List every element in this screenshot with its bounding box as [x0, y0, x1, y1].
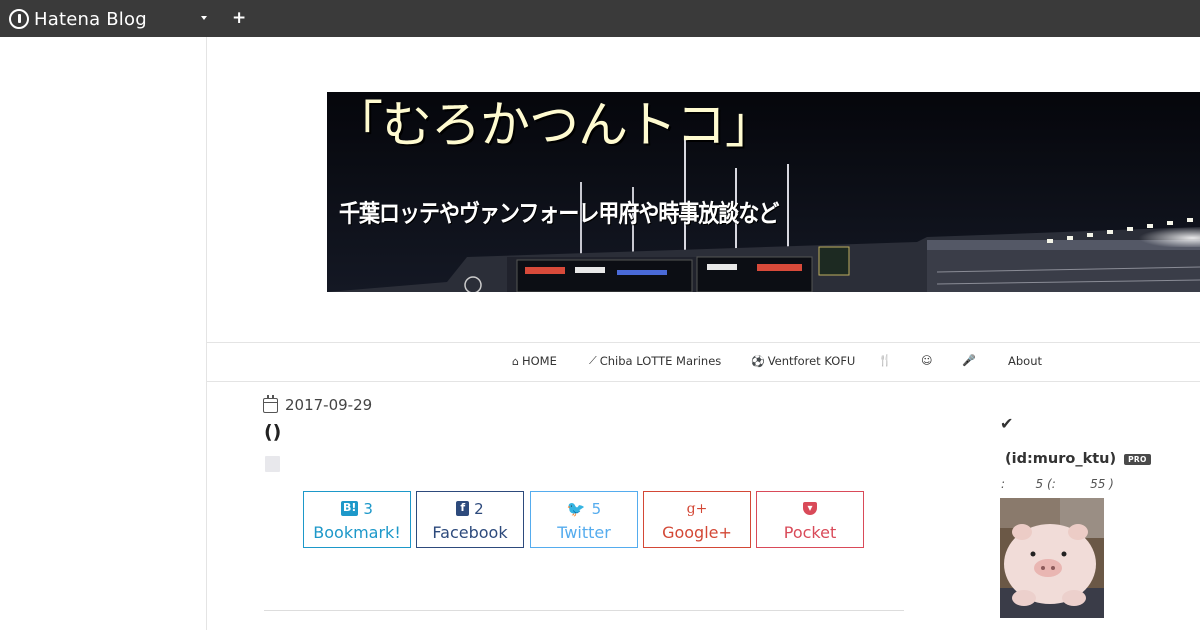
- googleplus-icon: g+: [686, 500, 708, 517]
- pig-plush-avatar-image: [1000, 498, 1104, 618]
- add-icon[interactable]: +: [232, 8, 246, 28]
- article-title[interactable]: (): [264, 421, 281, 443]
- top-bar: Hatena Blog +: [0, 0, 1200, 37]
- hatena-logo-icon: [9, 9, 29, 29]
- vertical-divider: [206, 37, 207, 630]
- facebook-icon: f: [456, 501, 470, 516]
- profile-stats: : 5 (: 55 ): [1001, 477, 1114, 491]
- hatena-bookmark-button[interactable]: B! 3 Bookmark!: [303, 491, 411, 548]
- blog-header-banner[interactable]: 「むろかつんトコ」 千葉ロッテやヴァンフォーレ甲府や時事放談など: [327, 92, 1200, 292]
- twitter-count: 5: [591, 499, 602, 518]
- nav-chiba-lotte-marines[interactable]: ⟋ Chiba LOTTE Marines: [589, 354, 721, 368]
- twitter-icon: 🐦: [566, 499, 586, 518]
- profile-id[interactable]: (id:muro_ktu) PRO: [1005, 451, 1151, 467]
- nav-smile[interactable]: ☺: [921, 354, 935, 367]
- smile-icon: ☺: [921, 354, 933, 367]
- facebook-share-button[interactable]: f 2 Facebook: [416, 491, 524, 548]
- pocket-label: Pocket: [783, 522, 837, 542]
- home-icon: ⌂: [512, 354, 519, 368]
- date-text: 2017-09-29: [285, 396, 373, 414]
- calendar-icon: [263, 394, 278, 413]
- facebook-count: 2: [474, 499, 484, 518]
- category-navigation: ⌂ HOME ⟋ Chiba LOTTE Marines ⚽ Ventforet…: [207, 342, 1200, 382]
- pocket-icon: ▾: [803, 502, 817, 515]
- nav-ventforet-label: Ventforet KOFU: [767, 354, 856, 368]
- content-divider: [264, 610, 904, 611]
- twitter-label: Twitter: [557, 522, 611, 542]
- nav-chiba-lotte-label: Chiba LOTTE Marines: [599, 354, 722, 368]
- left-margin: [0, 37, 206, 630]
- cutlery-icon: 🍴: [878, 354, 892, 367]
- facebook-label: Facebook: [432, 522, 508, 542]
- bookmark-count: 3: [363, 499, 373, 518]
- chart-line-icon: ⟋: [589, 354, 597, 367]
- nav-food[interactable]: 🍴: [878, 354, 895, 367]
- bookmark-label: Bookmark!: [313, 522, 401, 542]
- brand-name: Hatena Blog: [34, 8, 147, 30]
- hatena-blog-logo[interactable]: Hatena Blog: [9, 8, 147, 30]
- nav-microphone[interactable]: 🎤: [962, 354, 979, 367]
- nav-home[interactable]: ⌂ HOME: [512, 354, 557, 368]
- check-icon: ✔: [1000, 414, 1014, 433]
- category-tag[interactable]: [265, 456, 280, 472]
- googleplus-share-button[interactable]: g+ Google+: [643, 491, 751, 548]
- nav-about[interactable]: About: [1008, 354, 1042, 368]
- nav-about-label: About: [1008, 354, 1043, 368]
- blog-title: 「むろかつんトコ」: [333, 96, 775, 154]
- profile-id-text: (id:muro_ktu): [1005, 451, 1117, 467]
- googleplus-label: Google+: [662, 522, 732, 542]
- nav-ventforet-kofu[interactable]: ⚽ Ventforet KOFU: [751, 354, 855, 368]
- twitter-share-button[interactable]: 🐦 5 Twitter: [530, 491, 638, 548]
- avatar[interactable]: [1000, 498, 1104, 618]
- article-date[interactable]: 2017-09-29: [263, 394, 373, 414]
- pro-badge: PRO: [1124, 453, 1151, 465]
- soccer-ball-icon: ⚽: [751, 354, 765, 368]
- chevron-down-icon[interactable]: [201, 16, 207, 20]
- blog-subtitle: 千葉ロッテやヴァンフォーレ甲府や時事放談など: [339, 199, 779, 228]
- microphone-icon: 🎤: [962, 354, 976, 367]
- hatena-bookmark-icon: B!: [341, 501, 359, 516]
- nav-home-label: HOME: [521, 354, 557, 368]
- pocket-share-button[interactable]: ▾ Pocket: [756, 491, 864, 548]
